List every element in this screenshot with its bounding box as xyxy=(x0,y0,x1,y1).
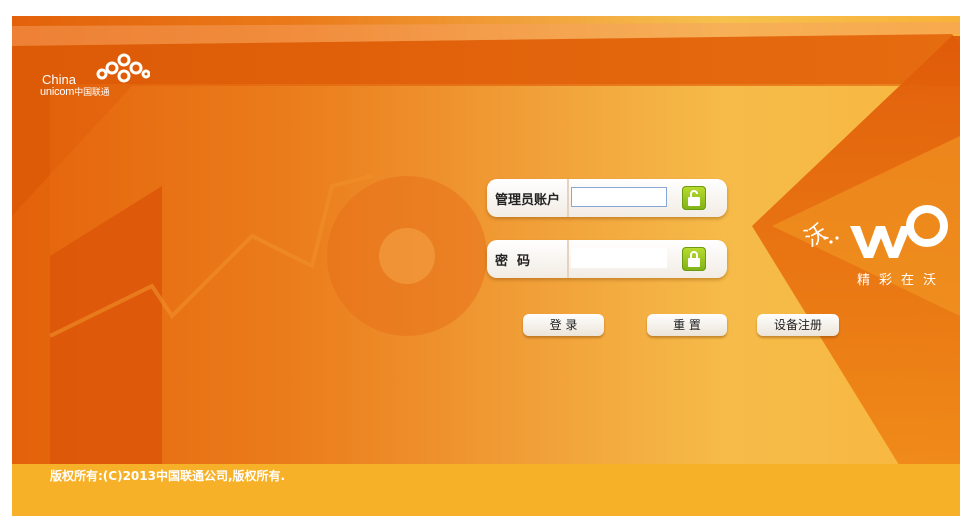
wo-slogan: 精彩在沃 xyxy=(857,273,946,288)
username-lock-icon[interactable] xyxy=(682,186,706,210)
login-page: China unicom中国联通 沃 精彩在沃 管理员账户 密 码 登 录 重 … xyxy=(12,16,960,516)
password-label: 密 码 xyxy=(495,254,531,269)
login-button[interactable]: 登 录 xyxy=(523,314,604,336)
password-input[interactable] xyxy=(571,248,667,268)
username-input[interactable] xyxy=(571,187,667,207)
reset-button[interactable]: 重 置 xyxy=(647,314,727,336)
username-divider xyxy=(567,179,569,217)
password-divider xyxy=(567,240,569,278)
logo-text-unicom: unicom中国联通 xyxy=(40,85,110,98)
password-row: 密 码 xyxy=(487,240,727,278)
username-row: 管理员账户 xyxy=(487,179,727,217)
username-label: 管理员账户 xyxy=(495,193,561,208)
password-lock-icon[interactable] xyxy=(682,247,706,271)
register-device-button[interactable]: 设备注册 xyxy=(757,314,839,336)
copyright-text: 版权所有:(C)2013中国联通公司,版权所有. xyxy=(50,469,286,483)
logo-text-unicom-en: unicom xyxy=(40,86,75,98)
background-graphic xyxy=(12,22,960,516)
logo-text-unicom-cn: 中国联通 xyxy=(74,87,110,97)
